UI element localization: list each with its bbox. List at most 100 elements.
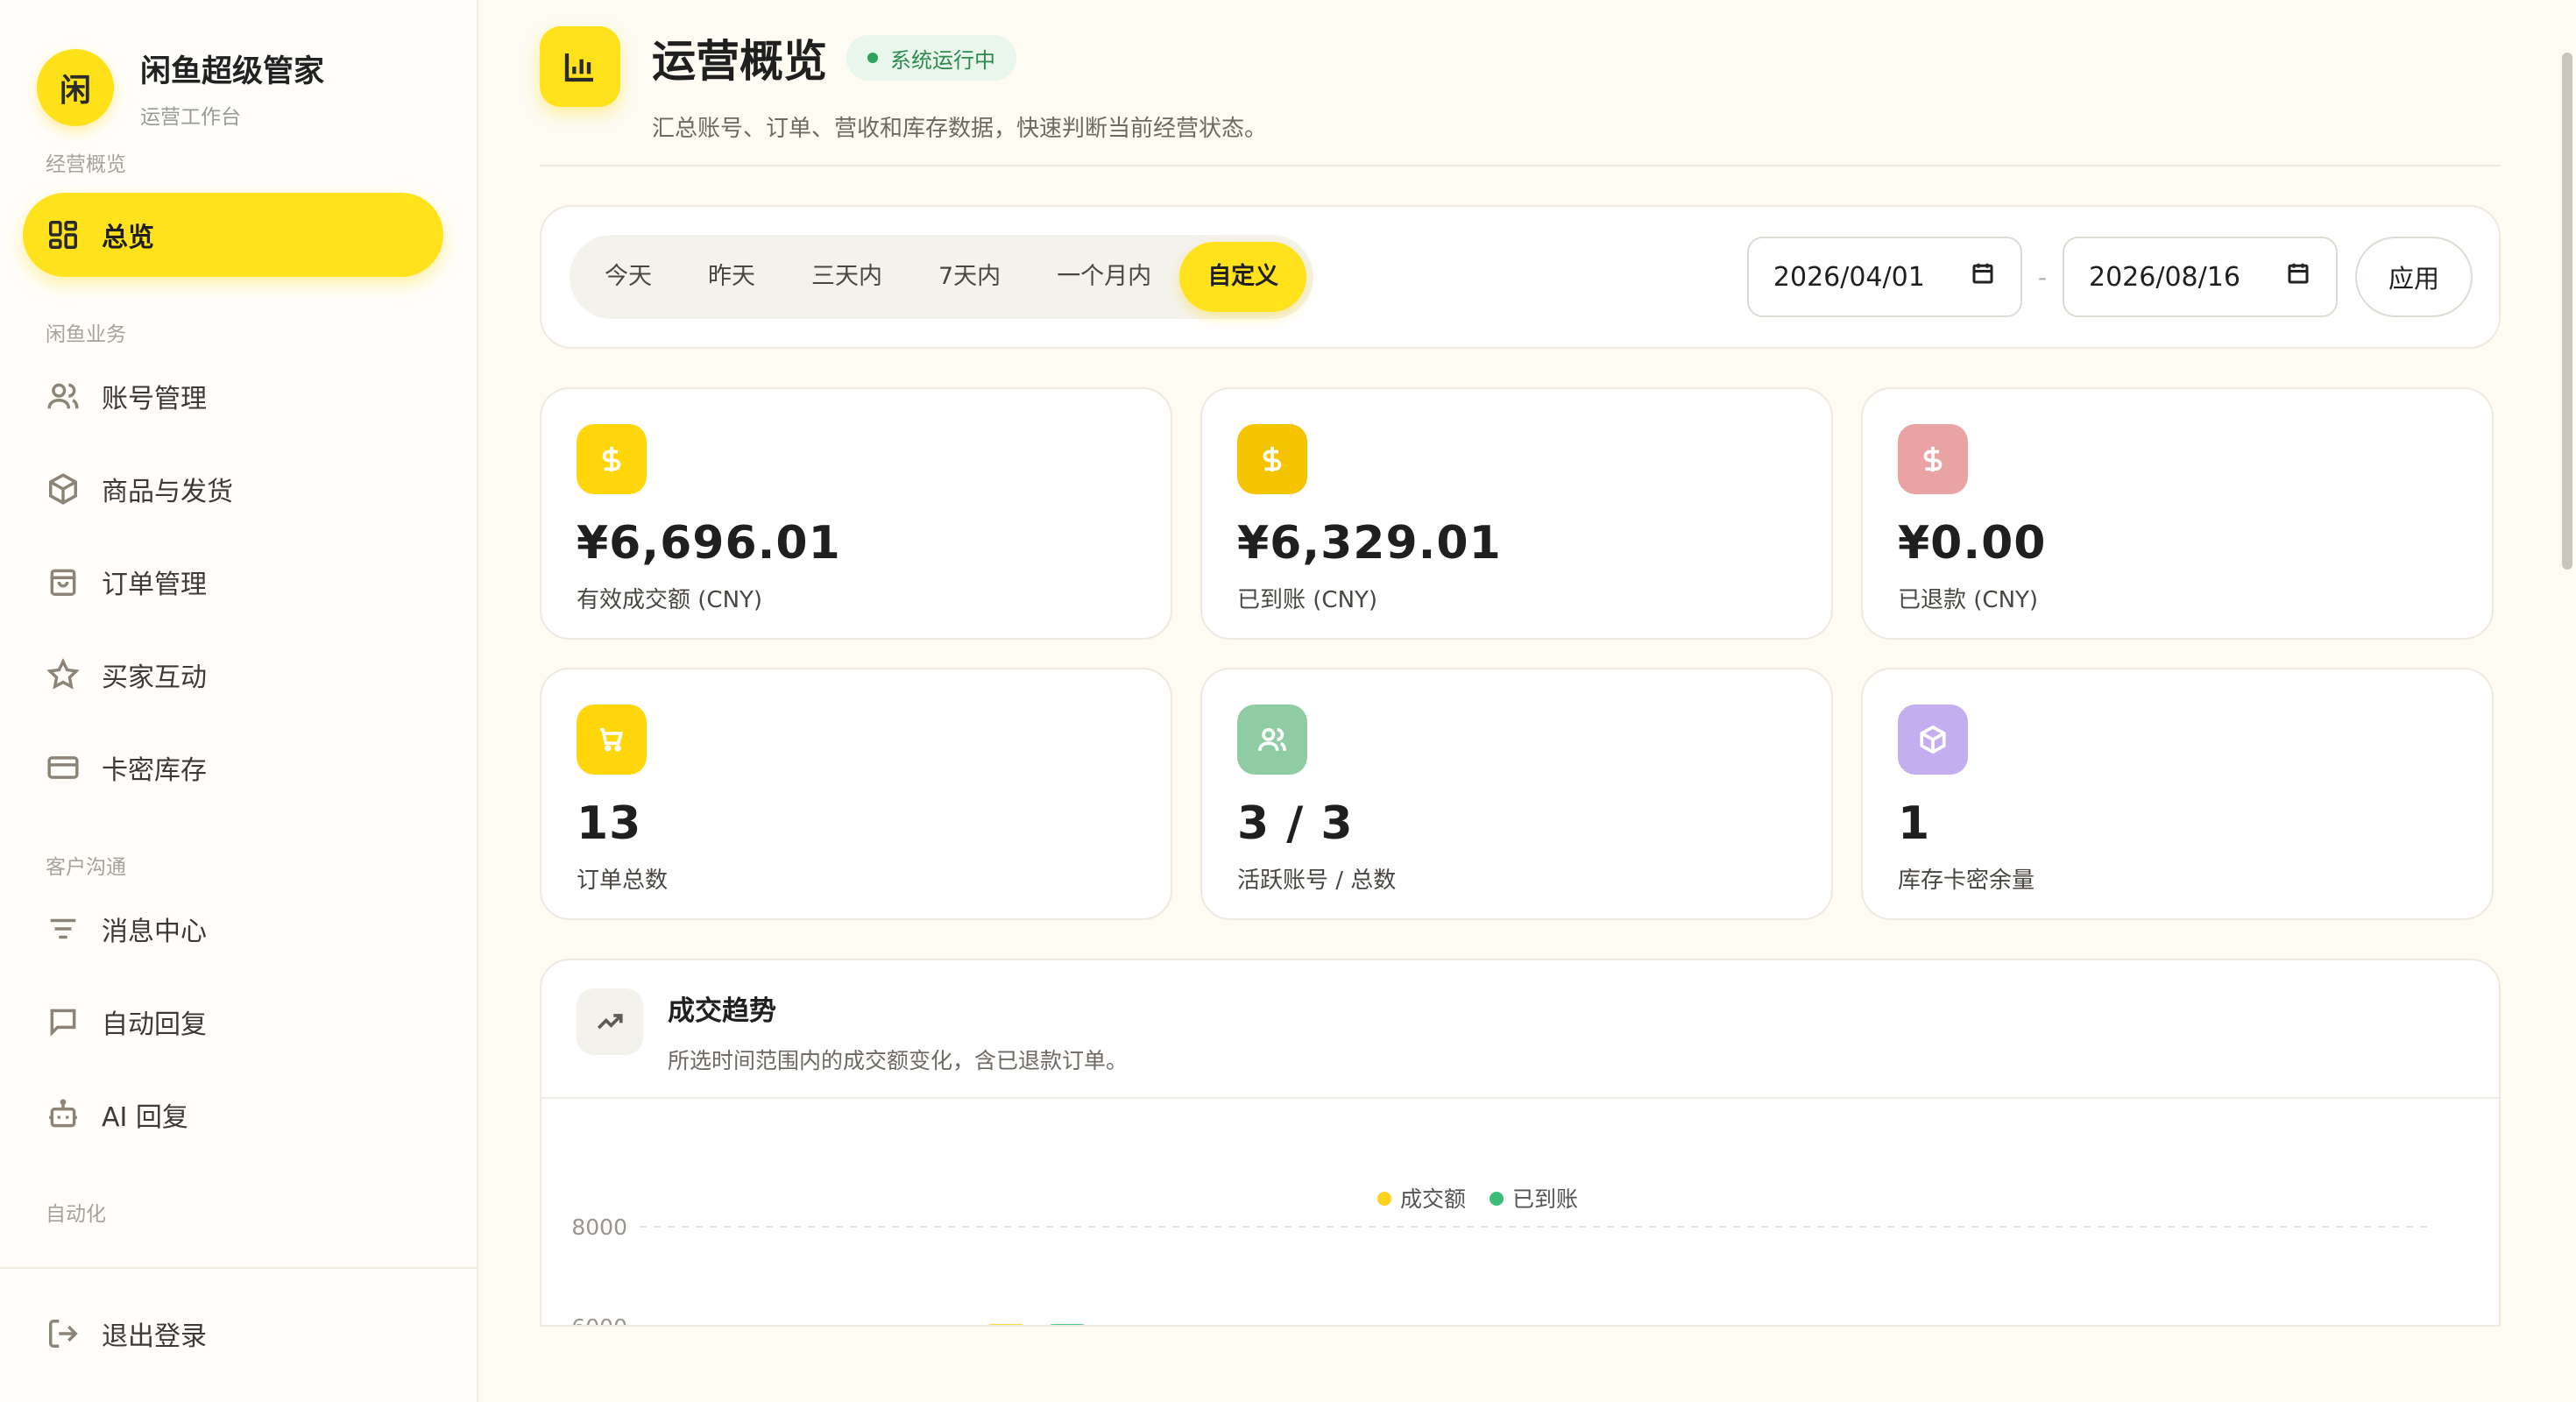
sidebar-item-label: 商品与发货 <box>102 477 233 507</box>
nav-group-communication: 客户沟通 <box>46 856 126 879</box>
main-content: 运营概览 系统运行中 汇总账号、订单、营收和库存数据，快速判断当前经营状态。 今… <box>478 0 2576 1402</box>
sidebar-item-ai-reply[interactable]: AI 回复 <box>23 1073 443 1157</box>
sidebar-item-overview[interactable]: 总览 <box>23 193 443 277</box>
range-tabs: 今天 昨天 三天内 7天内 一个月内 自定义 <box>570 235 1314 319</box>
stat-label: 有效成交额 (CNY) <box>577 587 763 613</box>
tab-three-days[interactable]: 三天内 <box>783 242 910 312</box>
stat-card-refunded: ¥0.00 已退款 (CNY) <box>1861 387 2494 640</box>
stat-label: 订单总数 <box>577 867 669 894</box>
end-date-input[interactable]: 2026/08/16 <box>2063 237 2338 317</box>
trending-up-icon <box>577 988 643 1055</box>
stat-card-received: ¥6,329.01 已到账 (CNY) <box>1200 387 1833 640</box>
sidebar-item-label: AI 回复 <box>102 1102 188 1133</box>
sidebar-item-label: 买家互动 <box>102 662 207 693</box>
brand: 闲 闲鱼超级管家 运营工作台 <box>0 0 477 144</box>
apply-button[interactable]: 应用 <box>2355 237 2473 317</box>
legend-swatch-icon <box>1490 1192 1504 1206</box>
grid-icon <box>46 217 81 252</box>
sidebar-item-label: 自动回复 <box>102 1009 207 1040</box>
stat-value: 13 <box>577 797 642 850</box>
legend-label: 成交额 <box>1400 1186 1466 1212</box>
page-scrollbar[interactable] <box>2555 0 2576 1402</box>
sidebar-item-label: 消息中心 <box>102 917 207 947</box>
sidebar-item-label: 订单管理 <box>102 570 207 600</box>
calendar-icon[interactable] <box>2285 260 2311 294</box>
sidebar-item-messages[interactable]: 消息中心 <box>23 887 443 971</box>
message-icon <box>46 1004 81 1039</box>
scrollbar-thumb[interactable] <box>2562 53 2572 570</box>
stat-label: 库存卡密余量 <box>1898 867 2035 894</box>
date-separator: - <box>2037 262 2047 292</box>
tab-seven-days[interactable]: 7天内 <box>910 242 1029 312</box>
users-icon <box>46 379 81 414</box>
sidebar-footer: 退出登录 <box>0 1267 477 1402</box>
status-text: 系统运行中 <box>890 47 995 73</box>
date-filter-bar: 今天 昨天 三天内 7天内 一个月内 自定义 2026/04/01 - 2026… <box>540 205 2501 349</box>
sidebar-item-label: 卡密库存 <box>102 755 207 786</box>
calendar-icon[interactable] <box>1970 260 1996 294</box>
box-icon <box>46 471 81 506</box>
nav-group-business: 闲鱼业务 <box>46 323 126 346</box>
cart-icon <box>577 705 647 775</box>
page-subtitle: 汇总账号、订单、营收和库存数据，快速判断当前经营状态。 <box>652 116 1268 142</box>
trend-chart: 成交额 已到账 8000 6000 <box>541 1099 2499 1327</box>
dollar-icon <box>577 424 647 494</box>
dollar-icon <box>1237 424 1307 494</box>
trend-title: 成交趋势 <box>668 995 776 1027</box>
trend-card: 成交趋势 所选时间范围内的成交额变化，含已退款订单。 成交额 已到账 8000 600… <box>540 959 2501 1327</box>
brand-subtitle: 运营工作台 <box>140 105 241 129</box>
bar-received <box>1049 1324 1086 1325</box>
bot-icon <box>46 1097 81 1132</box>
logout-label: 退出登录 <box>102 1321 207 1352</box>
star-icon <box>46 657 81 692</box>
stats-grid: ¥6,696.01 有效成交额 (CNY) ¥6,329.01 已到账 (CNY… <box>540 387 2501 920</box>
logout-button[interactable]: 退出登录 <box>23 1292 443 1376</box>
stat-card-orders: 13 订单总数 <box>540 668 1172 920</box>
sidebar-item-orders[interactable]: 订单管理 <box>23 540 443 624</box>
y-tick-label: 8000 <box>571 1214 627 1240</box>
sidebar-item-buyers[interactable]: 买家互动 <box>23 633 443 717</box>
stat-value: ¥6,696.01 <box>577 517 841 570</box>
legend-swatch-icon <box>1377 1192 1391 1206</box>
stat-value: 1 <box>1898 797 1931 850</box>
list-filter-icon <box>46 911 81 946</box>
y-tick-label: 6000 <box>571 1314 627 1327</box>
trend-chart-svg: 成交额 已到账 8000 6000 <box>571 1186 2434 1327</box>
status-dot-icon <box>867 53 878 63</box>
logout-icon <box>46 1316 81 1351</box>
tab-today[interactable]: 今天 <box>577 242 680 312</box>
end-date-value: 2026/08/16 <box>2089 261 2240 293</box>
stat-label: 已退款 (CNY) <box>1898 587 2039 613</box>
sidebar-item-card-stock[interactable]: 卡密库存 <box>23 726 443 810</box>
page-header: 运营概览 系统运行中 汇总账号、订单、营收和库存数据，快速判断当前经营状态。 <box>540 0 2501 166</box>
sidebar-item-auto-reply[interactable]: 自动回复 <box>23 980 443 1064</box>
tab-one-month[interactable]: 一个月内 <box>1029 242 1179 312</box>
start-date-input[interactable]: 2026/04/01 <box>1746 237 2022 317</box>
page-title: 运营概览 <box>652 36 827 87</box>
brand-logo: 闲 <box>37 49 114 126</box>
sidebar-item-accounts[interactable]: 账号管理 <box>23 354 443 438</box>
stat-card-valid-revenue: ¥6,696.01 有效成交额 (CNY) <box>540 387 1172 640</box>
start-date-value: 2026/04/01 <box>1773 261 1925 293</box>
stat-label: 活跃账号 / 总数 <box>1237 867 1397 894</box>
card-icon <box>46 750 81 785</box>
stat-value: 3 / 3 <box>1237 797 1354 850</box>
stat-card-card-stock: 1 库存卡密余量 <box>1861 668 2494 920</box>
nav-group-overview: 经营概览 <box>46 153 126 176</box>
bag-icon <box>46 564 81 599</box>
stat-card-accounts: 3 / 3 活跃账号 / 总数 <box>1200 668 1833 920</box>
sidebar: 闲 闲鱼超级管家 运营工作台 经营概览 总览 闲鱼业务 账号管理 商品与发货 订… <box>0 0 478 1402</box>
dollar-icon <box>1898 424 1968 494</box>
box-icon <box>1898 705 1968 775</box>
tab-custom[interactable]: 自定义 <box>1179 242 1307 312</box>
sidebar-item-label: 总览 <box>102 223 154 253</box>
sidebar-item-products[interactable]: 商品与发货 <box>23 447 443 531</box>
trend-subtitle: 所选时间范围内的成交额变化，含已退款订单。 <box>668 1048 1129 1073</box>
tab-yesterday[interactable]: 昨天 <box>680 242 783 312</box>
bar-deal-amount <box>987 1324 1024 1325</box>
users-icon <box>1237 705 1307 775</box>
stat-label: 已到账 (CNY) <box>1237 587 1378 613</box>
brand-name: 闲鱼超级管家 <box>140 53 325 89</box>
sidebar-item-label: 账号管理 <box>102 384 207 414</box>
nav-group-automation: 自动化 <box>46 1203 106 1226</box>
